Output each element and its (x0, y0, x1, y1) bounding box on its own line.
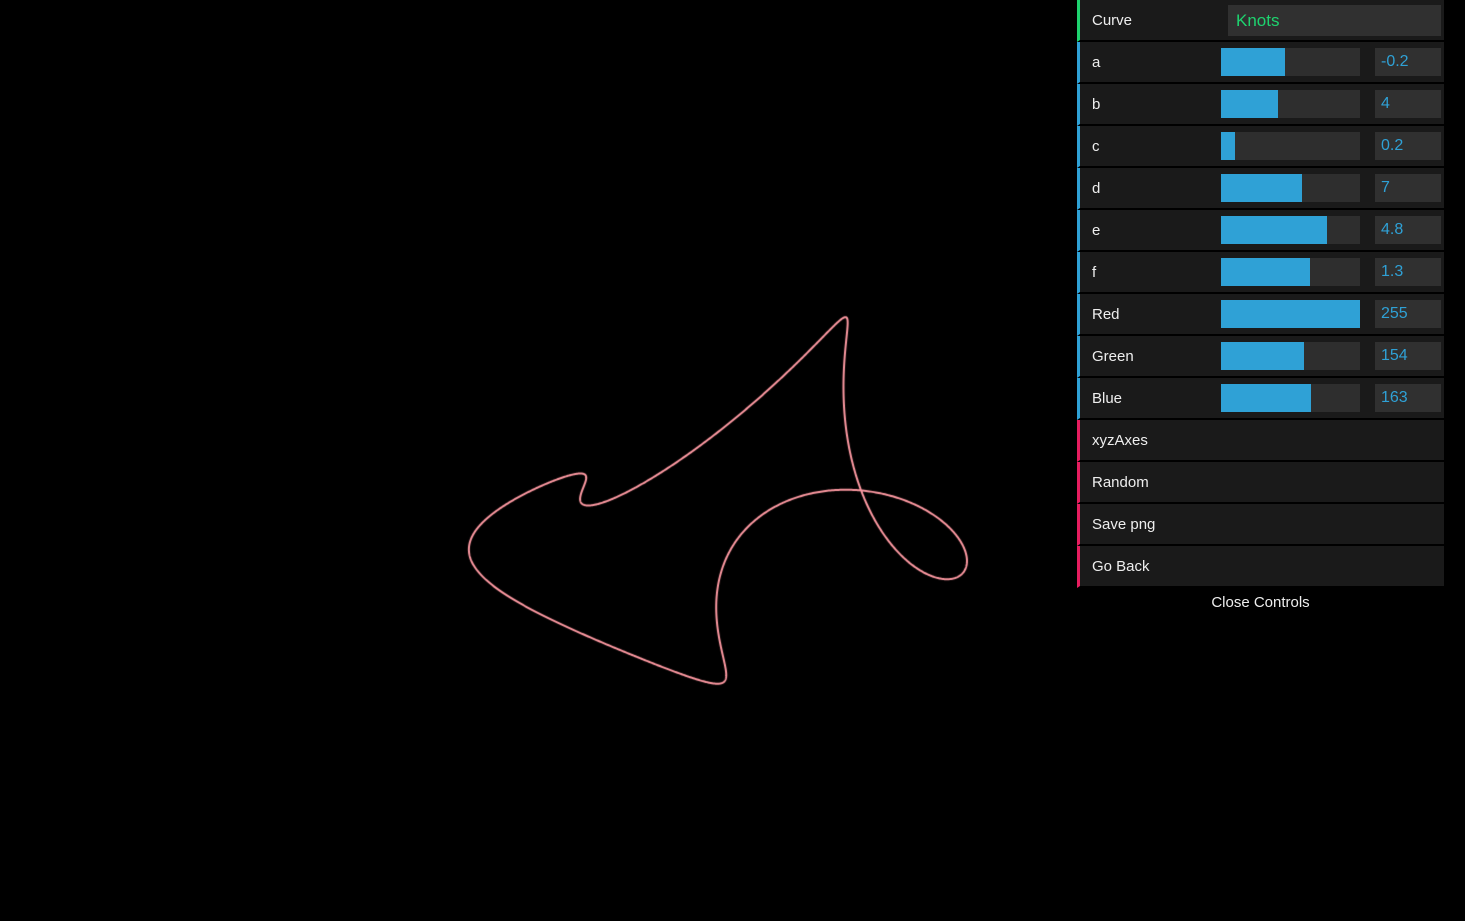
value-input-blue[interactable] (1375, 384, 1441, 412)
property-label-a: a (1092, 42, 1100, 82)
button-label: xyzAxes (1092, 420, 1148, 460)
slider-green[interactable] (1221, 342, 1360, 370)
controller-row-d: d (1077, 168, 1444, 210)
button-save-png[interactable]: Save png (1077, 504, 1444, 546)
property-label-e: e (1092, 210, 1100, 250)
slider-red[interactable] (1221, 300, 1360, 328)
value-input-e[interactable] (1375, 216, 1441, 244)
app-stage: Curve Knots a b c (0, 0, 1465, 921)
slider-fill (1221, 300, 1360, 328)
button-xyzaxes[interactable]: xyzAxes (1077, 420, 1444, 462)
controller-list: Curve Knots a b c (1077, 0, 1444, 588)
slider-fill (1221, 258, 1310, 286)
controller-row-e: e (1077, 210, 1444, 252)
property-label-green: Green (1092, 336, 1134, 376)
slider-fill (1221, 90, 1278, 118)
property-label-f: f (1092, 252, 1096, 292)
slider-blue[interactable] (1221, 384, 1360, 412)
controller-row-red: Red (1077, 294, 1444, 336)
slider-fill (1221, 216, 1327, 244)
slider-fill (1221, 342, 1304, 370)
button-label: Go Back (1092, 546, 1150, 586)
property-label-blue: Blue (1092, 378, 1122, 418)
controller-row-f: f (1077, 252, 1444, 294)
controller-row-c: c (1077, 126, 1444, 168)
value-input-red[interactable] (1375, 300, 1441, 328)
slider-fill (1221, 384, 1311, 412)
slider-b[interactable] (1221, 90, 1360, 118)
value-input-c[interactable] (1375, 132, 1441, 160)
button-label: Save png (1092, 504, 1155, 544)
controller-row-curve: Curve Knots (1077, 0, 1444, 42)
controller-row-a: a (1077, 42, 1444, 84)
slider-fill (1221, 48, 1285, 76)
value-input-green[interactable] (1375, 342, 1441, 370)
slider-d[interactable] (1221, 174, 1360, 202)
button-label: Random (1092, 462, 1149, 502)
property-label-d: d (1092, 168, 1100, 208)
property-label-c: c (1092, 126, 1100, 166)
value-input-d[interactable] (1375, 174, 1441, 202)
slider-e[interactable] (1221, 216, 1360, 244)
value-input-b[interactable] (1375, 90, 1441, 118)
button-random[interactable]: Random (1077, 462, 1444, 504)
value-input-a[interactable] (1375, 48, 1441, 76)
slider-f[interactable] (1221, 258, 1360, 286)
slider-fill (1221, 174, 1302, 202)
property-label-red: Red (1092, 294, 1120, 334)
close-controls-button[interactable]: Close Controls (1077, 588, 1444, 617)
property-label-curve: Curve (1092, 0, 1132, 40)
controller-row-b: b (1077, 84, 1444, 126)
controller-row-green: Green (1077, 336, 1444, 378)
slider-a[interactable] (1221, 48, 1360, 76)
property-label-b: b (1092, 84, 1100, 124)
button-go-back[interactable]: Go Back (1077, 546, 1444, 588)
dat-gui-panel: Curve Knots a b c (1077, 0, 1444, 617)
controller-row-blue: Blue (1077, 378, 1444, 420)
value-input-f[interactable] (1375, 258, 1441, 286)
curve-select[interactable]: Knots (1228, 5, 1441, 36)
slider-fill (1221, 132, 1235, 160)
slider-c[interactable] (1221, 132, 1360, 160)
